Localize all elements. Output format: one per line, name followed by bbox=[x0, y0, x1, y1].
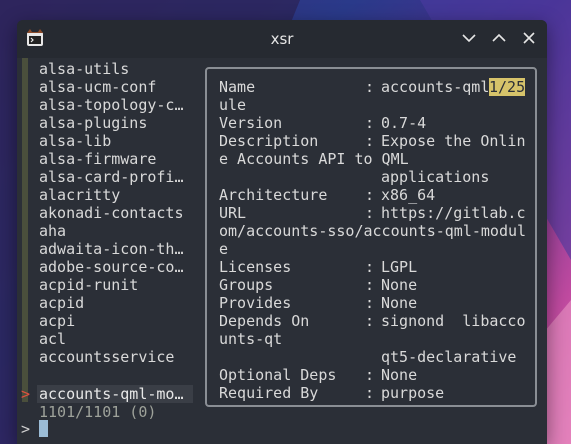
detail-value-depends-cont: unts-qt bbox=[219, 330, 283, 348]
selection-marker: > bbox=[21, 385, 31, 403]
list-item[interactable]: alsa-lib bbox=[39, 132, 111, 150]
detail-colon: : bbox=[365, 114, 375, 132]
list-item-selected[interactable]: accounts-qml-mo… bbox=[39, 385, 184, 403]
detail-colon: : bbox=[365, 186, 375, 204]
detail-label-licenses: Licenses bbox=[219, 258, 292, 276]
list-item[interactable]: adobe-source-co… bbox=[39, 258, 184, 276]
list-item[interactable]: akonadi-contacts bbox=[39, 204, 184, 222]
detail-value-url-cont[interactable]: e bbox=[219, 240, 228, 258]
list-item[interactable]: alsa-topology-c… bbox=[39, 96, 184, 114]
detail-colon: : bbox=[365, 258, 375, 276]
list-item[interactable]: alsa-ucm-conf bbox=[39, 78, 156, 96]
detail-colon: : bbox=[365, 204, 375, 222]
detail-label-depends: Depends On bbox=[219, 312, 310, 330]
detail-value-name: accounts-qml bbox=[381, 78, 490, 96]
detail-value-description-cont: applications bbox=[381, 168, 490, 186]
detail-value-url-cont[interactable]: om/accounts-sso/accounts-qml-modul bbox=[219, 222, 526, 240]
detail-value-requiredby: purpose bbox=[381, 384, 445, 402]
detail-colon: : bbox=[365, 312, 375, 330]
detail-label-groups: Groups bbox=[219, 276, 274, 294]
list-item[interactable]: alsa-card-profi… bbox=[39, 168, 184, 186]
list-item[interactable]: aha bbox=[39, 222, 66, 240]
detail-value-depends-cont: qt5-declarative bbox=[381, 348, 517, 366]
list-item[interactable]: acpid-runit bbox=[39, 276, 138, 294]
terminal-content[interactable]: alsa-utils alsa-ucm-conf alsa-topology-c… bbox=[17, 58, 547, 444]
detail-label-url: URL bbox=[219, 204, 247, 222]
match-count: 1101/1101 (0) bbox=[39, 403, 157, 421]
detail-label-architecture: Architecture bbox=[219, 186, 328, 204]
list-item[interactable]: alsa-firmware bbox=[39, 150, 156, 168]
scroll-gutter bbox=[22, 58, 28, 402]
detail-value-version: 0.7-4 bbox=[381, 114, 427, 132]
detail-value-architecture: x86_64 bbox=[381, 186, 436, 204]
detail-value-optdeps: None bbox=[381, 366, 418, 384]
titlebar: xsr bbox=[17, 20, 547, 58]
text-cursor[interactable] bbox=[39, 420, 48, 437]
detail-colon: : bbox=[365, 276, 375, 294]
close-icon[interactable] bbox=[520, 29, 538, 47]
detail-label-provides: Provides bbox=[219, 294, 292, 312]
detail-value-url[interactable]: https://gitlab.c bbox=[381, 204, 526, 222]
list-item[interactable]: acpid bbox=[39, 294, 84, 312]
detail-label-optdeps: Optional Deps bbox=[219, 366, 337, 384]
detail-label-requiredby: Required By bbox=[219, 384, 319, 402]
detail-value-description-cont: e Accounts API to QML bbox=[219, 150, 409, 168]
list-item[interactable]: alacritty bbox=[39, 186, 120, 204]
detail-colon: : bbox=[365, 78, 375, 96]
detail-value-groups: None bbox=[381, 276, 418, 294]
list-item[interactable]: acl bbox=[39, 330, 66, 348]
detail-colon: : bbox=[365, 132, 375, 150]
detail-label-description: Description bbox=[219, 132, 319, 150]
list-item[interactable]: accountsservice bbox=[39, 348, 174, 366]
page-indicator: 1/25 bbox=[489, 78, 526, 96]
detail-value-name-cont: ule bbox=[219, 96, 247, 114]
list-item[interactable]: alsa-plugins bbox=[39, 114, 147, 132]
maximize-chevron-up-icon[interactable] bbox=[490, 29, 508, 47]
detail-colon: : bbox=[365, 366, 375, 384]
list-item[interactable]: alsa-utils bbox=[39, 60, 129, 78]
list-item[interactable]: adwaita-icon-th… bbox=[39, 240, 184, 258]
minimize-chevron-down-icon[interactable] bbox=[460, 29, 478, 47]
detail-value-provides: None bbox=[381, 294, 418, 312]
detail-colon: : bbox=[365, 384, 375, 402]
detail-value-depends: signond libacco bbox=[381, 312, 526, 330]
detail-colon: : bbox=[365, 294, 375, 312]
detail-value-description: Expose the Onlin bbox=[381, 132, 526, 150]
list-item[interactable]: acpi bbox=[39, 312, 75, 330]
detail-label-name: Name bbox=[219, 78, 256, 96]
detail-value-licenses: LGPL bbox=[381, 258, 418, 276]
terminal-window: xsr alsa-utils alsa-ucm-conf alsa-topolo… bbox=[17, 20, 547, 444]
detail-label-version: Version bbox=[219, 114, 283, 132]
prompt-symbol: > bbox=[21, 420, 31, 438]
